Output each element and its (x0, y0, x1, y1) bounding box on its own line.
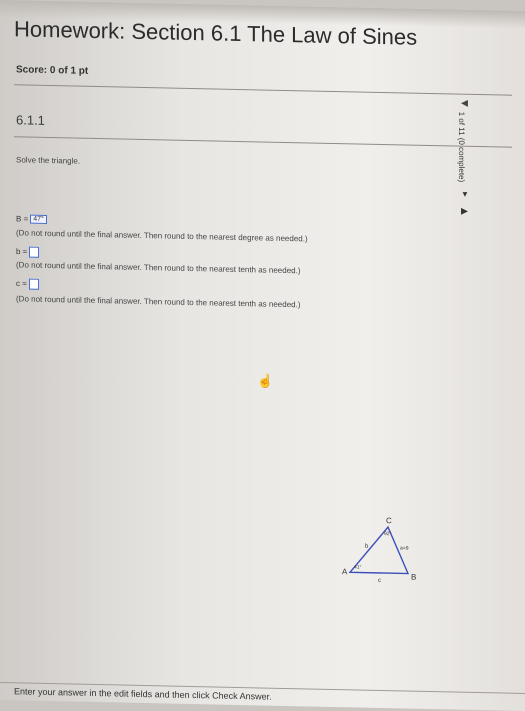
triangle-down-icon[interactable]: ▼ (461, 190, 469, 199)
side-b-note: (Do not round until the final answer. Th… (16, 260, 301, 276)
side-c-row: c ≈ (16, 278, 39, 290)
side-c-note: (Do not round until the final answer. Th… (16, 294, 301, 310)
angle-C-label: 92° (384, 531, 392, 537)
side-c-figure-label: c (378, 578, 381, 584)
header-divider (14, 84, 512, 96)
angle-B-note: (Do not round until the final answer. Th… (16, 228, 308, 244)
vertex-B-label: B (411, 573, 416, 582)
vertex-A-label: A (342, 567, 348, 576)
triangle-right-icon[interactable]: ▶ (461, 206, 468, 217)
triangle-figure: A B C a=9 b c 41° 92° (342, 516, 416, 584)
triangle-left-icon[interactable]: ◀ (461, 98, 468, 109)
hand-cursor-icon: ☝ (257, 373, 274, 389)
instructions-text: Solve the triangle. (16, 155, 81, 166)
side-c-input[interactable] (28, 278, 39, 290)
homework-screen: Homework: Section 6.1 The Law of Sines S… (0, 0, 525, 711)
angle-B-label: B = (16, 214, 29, 224)
angle-B-value[interactable]: 47° (30, 215, 47, 225)
side-b-figure-label: b (365, 544, 369, 550)
question-progress[interactable]: 1 of 11 (0 complete) (457, 112, 466, 183)
side-c-label: c ≈ (16, 278, 27, 289)
side-b-label: b ≈ (16, 246, 28, 257)
vertex-C-label: C (386, 516, 392, 525)
question-divider (14, 136, 512, 148)
side-b-row: b ≈ (16, 246, 40, 258)
angle-B-row: B = 47° (16, 214, 47, 225)
question-number: 6.1.1 (16, 112, 45, 128)
score-label: Score: 0 of 1 pt (16, 64, 89, 77)
angle-A-label: 41° (354, 564, 362, 570)
side-b-input[interactable] (29, 246, 40, 258)
footer-instruction: Enter your answer in the edit fields and… (14, 686, 272, 702)
side-a-label: a=9 (400, 545, 409, 551)
